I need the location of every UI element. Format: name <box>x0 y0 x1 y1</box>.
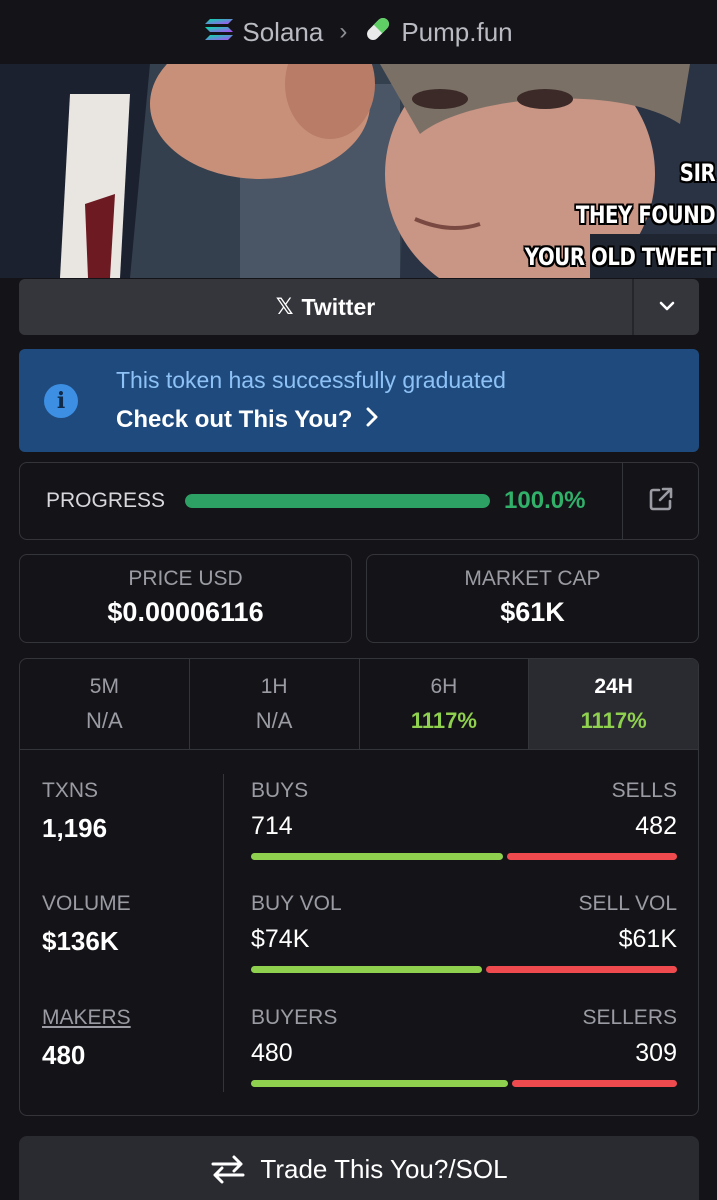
tab-change: 1117% <box>410 708 477 733</box>
tab-5m[interactable]: 5M N/A <box>20 659 190 749</box>
bonding-progress: PROGRESS 100.0% <box>19 462 699 540</box>
buys-sells-row: BUYS SELLS 714 482 <box>251 779 677 860</box>
breadcrumb-chain-label: Solana <box>242 16 324 47</box>
tab-label: 24H <box>594 675 633 698</box>
tab-24h[interactable]: 24H 1117% <box>529 659 698 749</box>
buy-bar <box>251 853 503 860</box>
txns-value: 1,196 <box>42 813 108 843</box>
price-usd-value: $0.00006116 <box>107 597 264 627</box>
info-icon: i <box>44 383 78 418</box>
tab-change: 1117% <box>580 708 647 733</box>
tab-6h[interactable]: 6H 1117% <box>360 659 530 749</box>
socials-dropdown-button[interactable] <box>632 279 699 335</box>
buy-sell-vol-bar <box>251 966 677 973</box>
external-link-icon <box>648 486 674 517</box>
solana-icon <box>204 17 234 48</box>
buys-value: 714 <box>251 812 293 840</box>
buy-vol-value: $74K <box>251 925 310 953</box>
buys-sells-bar <box>251 853 677 860</box>
trade-label: Trade This You?/SOL <box>260 1154 508 1184</box>
sell-bar <box>506 853 677 860</box>
buyers-sellers-bar <box>251 1080 677 1087</box>
txns-metric: TXNS 1,196 <box>42 779 222 844</box>
volume-value: $136K <box>42 926 119 956</box>
volume-metric: VOLUME $136K <box>42 892 222 957</box>
buyers-sellers-row: BUYERS SELLERS 480 309 <box>251 1006 677 1087</box>
tab-change: N/A <box>255 708 293 733</box>
progress-label: PROGRESS <box>46 489 166 512</box>
makers-label[interactable]: MAKERS <box>42 1006 222 1030</box>
pill-icon <box>363 14 393 51</box>
breadcrumb-solana[interactable]: Solana <box>204 17 323 48</box>
buy-vol-label: BUY VOL <box>251 892 342 915</box>
market-cap-box: MARKET CAP $61K <box>366 554 699 643</box>
progress-value: 100.0% <box>504 487 586 514</box>
x-logo-icon: 𝕏 <box>275 294 294 319</box>
chevron-right-icon: › <box>339 18 348 45</box>
buyers-value: 480 <box>251 1039 293 1067</box>
token-header-image: SIR THEY FOUND YOUR OLD TWEET <box>0 64 717 278</box>
meme-caption-line: YOUR OLD TWEET <box>524 243 716 271</box>
buyers-label: BUYERS <box>251 1006 338 1029</box>
graduated-banner: i This token has successfully graduated … <box>19 349 699 452</box>
volume-label: VOLUME <box>42 892 131 915</box>
sells-label: SELLS <box>611 779 677 802</box>
breadcrumb-platform-label: Pump.fun <box>401 16 513 47</box>
txns-label: TXNS <box>42 779 99 802</box>
buy-sell-vol-row: BUY VOL SELL VOL $74K $61K <box>251 892 677 973</box>
makers-metric: MAKERS 480 <box>42 1006 222 1071</box>
tab-1h[interactable]: 1H N/A <box>190 659 360 749</box>
price-usd-label: PRICE USD <box>128 567 243 590</box>
makers-value: 480 <box>42 1040 86 1070</box>
timeframe-tabs: 5M N/A 1H N/A 6H 1117% 24H 1117% <box>20 659 698 750</box>
swap-arrows-icon <box>210 1154 246 1191</box>
chevron-right-icon <box>366 406 378 434</box>
graduated-message: This token has successfully graduated <box>116 367 506 393</box>
tab-change: N/A <box>86 708 123 733</box>
buys-label: BUYS <box>251 779 309 802</box>
progress-bar <box>185 494 491 508</box>
tab-label: 1H <box>260 675 288 698</box>
sell-bar <box>511 1080 677 1087</box>
tab-label: 6H <box>430 675 458 698</box>
twitter-button[interactable]: 𝕏 Twitter <box>19 279 632 335</box>
twitter-label: Twitter <box>301 293 376 320</box>
divider <box>223 774 224 1092</box>
sell-vol-value: $61K <box>618 925 677 953</box>
check-out-link[interactable]: Check out This You? <box>116 406 506 434</box>
sells-value: 482 <box>635 812 677 840</box>
twitter-link-bar: 𝕏 Twitter <box>19 279 699 335</box>
meme-caption: SIR THEY FOUND YOUR OLD TWEET <box>524 152 716 278</box>
breadcrumb-pumpfun[interactable]: Pump.fun <box>363 14 513 51</box>
trade-button[interactable]: Trade This You?/SOL <box>19 1136 699 1200</box>
market-cap-value: $61K <box>500 597 565 627</box>
buy-bar <box>251 966 483 973</box>
sellers-label: SELLERS <box>582 1006 677 1029</box>
chevron-down-icon <box>659 298 675 316</box>
sell-vol-label: SELL VOL <box>578 892 677 915</box>
market-cap-label: MARKET CAP <box>464 567 601 590</box>
txn-stats-panel: 5M N/A 1H N/A 6H 1117% 24H 1117% TXNS 1,… <box>19 658 699 1116</box>
sell-bar <box>486 966 677 973</box>
check-out-label: Check out This You? <box>116 406 353 433</box>
meme-caption-line: THEY FOUND <box>575 201 716 229</box>
buy-bar <box>251 1080 508 1087</box>
tab-label: 5M <box>89 675 119 698</box>
meme-caption-line: SIR <box>679 159 716 187</box>
external-link-button[interactable] <box>622 463 698 539</box>
breadcrumb: Solana › Pump.fun <box>0 0 717 64</box>
sellers-value: 309 <box>635 1039 677 1067</box>
progress-bar-fill <box>185 494 491 508</box>
price-usd-box: PRICE USD $0.00006116 <box>19 554 352 643</box>
